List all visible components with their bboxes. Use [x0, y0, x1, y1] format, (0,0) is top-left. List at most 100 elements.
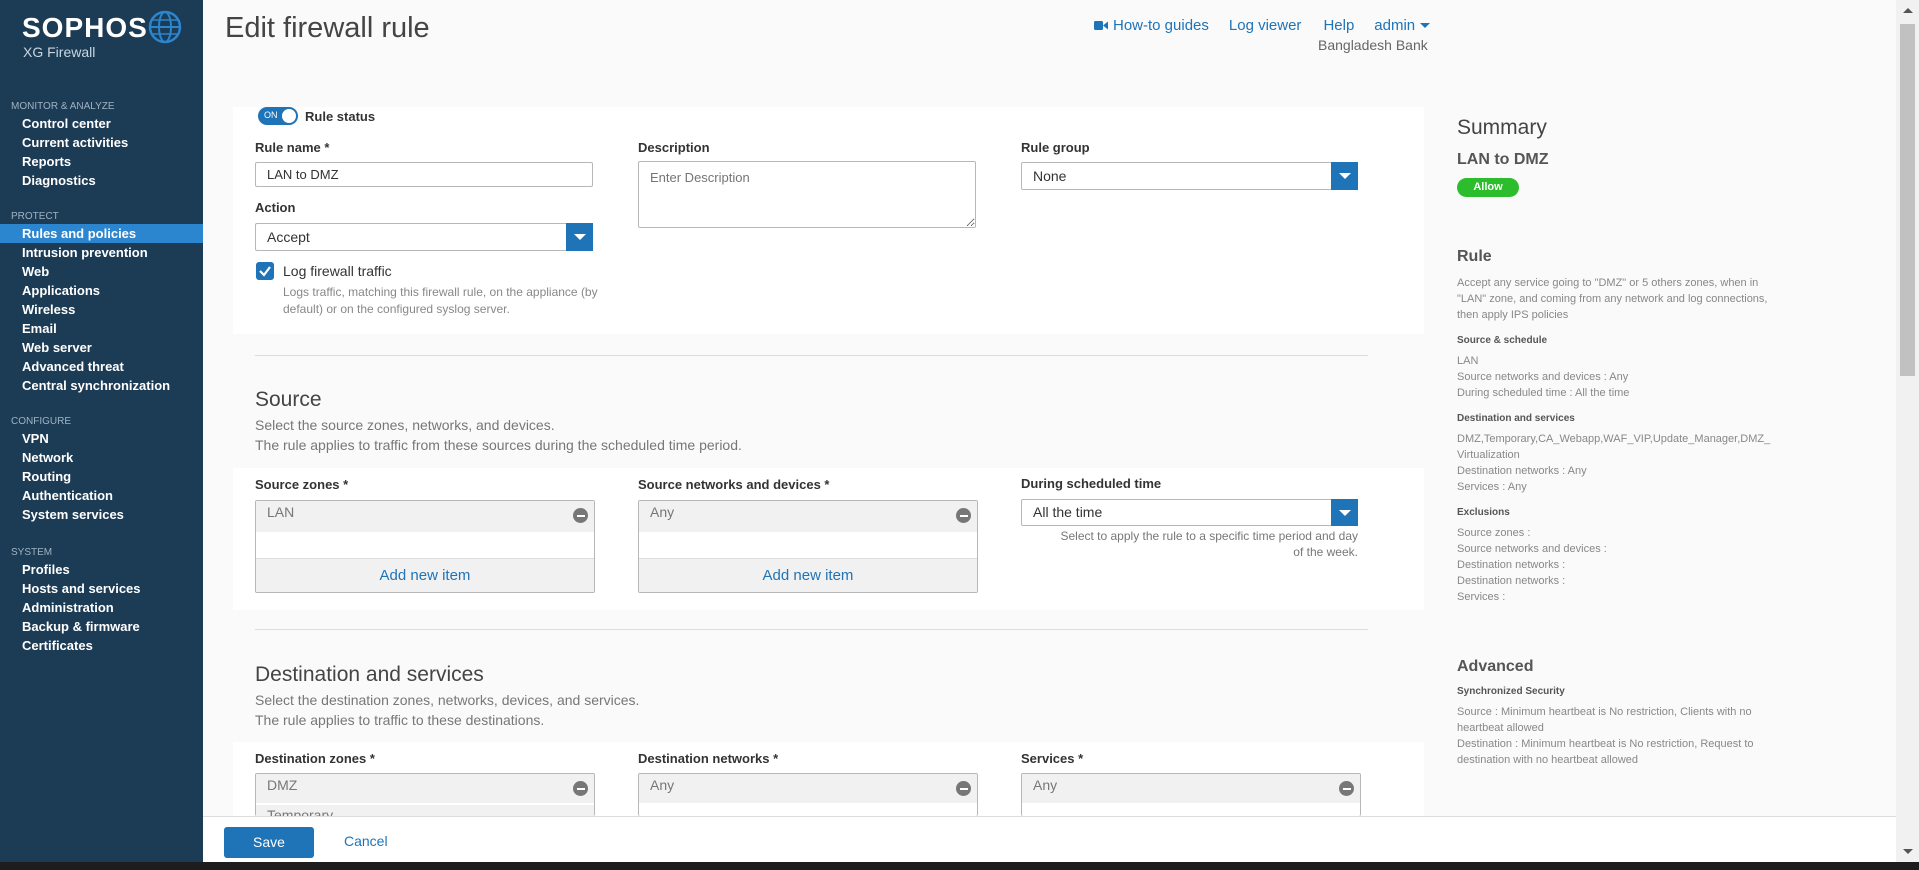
sidebar-item-control-center[interactable]: Control center	[0, 114, 203, 133]
summary-sync-heading: Synchronized Security	[1457, 686, 1565, 697]
toggle-knob	[282, 109, 296, 123]
nav-section-configure: CONFIGURE VPN Network Routing Authentica…	[0, 415, 203, 524]
list-item: Any	[639, 774, 977, 803]
scroll-thumb[interactable]	[1900, 24, 1915, 376]
summary-destination-line: DMZ,Temporary,CA_Webapp,WAF_VIP,Update_M…	[1457, 433, 1771, 461]
remove-icon[interactable]	[956, 781, 971, 796]
caret-down-icon	[1420, 23, 1431, 28]
remove-icon[interactable]	[573, 508, 588, 523]
sidebar-item-rules-and-policies[interactable]: Rules and policies	[0, 224, 203, 243]
nav-section-title: PROTECT	[11, 211, 59, 222]
source-networks-label: Source networks and devices *	[638, 477, 830, 492]
page-title: Edit firewall rule	[225, 12, 430, 44]
chevron-down-icon	[566, 223, 593, 251]
sidebar-item-hosts-and-services[interactable]: Hosts and services	[0, 579, 203, 598]
sidebar-item-web-server[interactable]: Web server	[0, 338, 203, 357]
log-traffic-checkbox[interactable]	[256, 262, 274, 280]
allow-badge: Allow	[1457, 178, 1519, 197]
sidebar-item-intrusion-prevention[interactable]: Intrusion prevention	[0, 243, 203, 262]
destination-zone-value: DMZ	[267, 777, 298, 793]
scroll-down-icon[interactable]	[1903, 849, 1913, 854]
sidebar-item-network[interactable]: Network	[0, 448, 203, 467]
sidebar-item-certificates[interactable]: Certificates	[0, 636, 203, 655]
service-value: Any	[1033, 777, 1058, 793]
action-select[interactable]: Accept	[255, 223, 593, 251]
log-traffic-help: Logs traffic, matching this firewall rul…	[283, 285, 598, 316]
howto-link[interactable]: How-to guides	[1094, 17, 1209, 34]
taskbar-strip	[0, 862, 1919, 870]
add-new-item-button[interactable]: Add new item	[639, 558, 977, 592]
description-label: Description	[638, 140, 710, 155]
sidebar-item-wireless[interactable]: Wireless	[0, 300, 203, 319]
toggle-state: ON	[264, 110, 278, 120]
description-textarea[interactable]	[638, 161, 976, 228]
remove-icon[interactable]	[573, 781, 588, 796]
services-list[interactable]: Any	[1021, 773, 1361, 816]
destination-networks-label: Destination networks *	[638, 751, 779, 766]
sidebar-item-current-activities[interactable]: Current activities	[0, 133, 203, 152]
source-title: Source	[255, 388, 322, 411]
sidebar-item-diagnostics[interactable]: Diagnostics	[0, 171, 203, 190]
sidebar-item-reports[interactable]: Reports	[0, 152, 203, 171]
summary-source-line: During scheduled time : All the time	[1457, 387, 1630, 399]
source-networks-list[interactable]: Any Add new item	[638, 500, 978, 593]
sidebar-item-backup-firmware[interactable]: Backup & firmware	[0, 617, 203, 636]
rule-name-input[interactable]: LAN to DMZ	[255, 162, 593, 187]
brand-name: SOPHOS	[22, 12, 148, 43]
cancel-button[interactable]: Cancel	[344, 833, 388, 849]
footer-bar: Save Cancel	[203, 816, 1896, 862]
rule-name-label: Rule name *	[255, 140, 330, 155]
remove-icon[interactable]	[956, 508, 971, 523]
help-link[interactable]: Help	[1323, 17, 1354, 34]
summary-rule-text: Accept any service going to "DMZ" or 5 o…	[1457, 277, 1768, 321]
top-links: How-to guides Log viewer Help admin	[1094, 17, 1431, 34]
services-label: Services *	[1021, 751, 1084, 766]
sidebar-item-system-services[interactable]: System services	[0, 505, 203, 524]
sidebar-item-applications[interactable]: Applications	[0, 281, 203, 300]
product-name: XG Firewall	[23, 44, 96, 60]
sidebar-item-central-synchronization[interactable]: Central synchronization	[0, 376, 203, 395]
remove-icon[interactable]	[1339, 781, 1354, 796]
summary-exclusion-line: Destination networks :	[1457, 559, 1566, 571]
list-item: DMZ	[256, 774, 594, 803]
source-zone-value: LAN	[267, 504, 295, 520]
log-viewer-link[interactable]: Log viewer	[1229, 17, 1302, 34]
sidebar-item-routing[interactable]: Routing	[0, 467, 203, 486]
rule-group-select[interactable]: None	[1021, 162, 1358, 190]
summary-sync-line: Source : Minimum heartbeat is No restric…	[1457, 706, 1752, 734]
globe-icon	[148, 10, 182, 44]
destination-desc-2: The rule applies to traffic to these des…	[255, 712, 545, 728]
chevron-down-icon	[1331, 162, 1358, 190]
destination-networks-list[interactable]: Any	[638, 773, 978, 816]
nav-section-title: CONFIGURE	[11, 416, 71, 427]
schedule-select[interactable]: All the time	[1021, 499, 1358, 526]
summary-rule-name: LAN to DMZ	[1457, 151, 1549, 168]
source-desc-2: The rule applies to traffic from these s…	[255, 437, 742, 453]
rule-status-toggle[interactable]: ON	[258, 107, 298, 125]
rule-name-value: LAN to DMZ	[267, 167, 339, 182]
scrollbar[interactable]	[1896, 0, 1919, 862]
action-value: Accept	[267, 229, 310, 245]
source-zones-label: Source zones *	[255, 477, 349, 492]
sidebar-item-profiles[interactable]: Profiles	[0, 560, 203, 579]
destination-zones-label: Destination zones *	[255, 751, 375, 766]
scroll-up-icon[interactable]	[1903, 8, 1913, 13]
admin-menu[interactable]: admin	[1374, 17, 1431, 34]
destination-zones-list[interactable]: DMZ Temporary	[255, 773, 595, 816]
sidebar-item-authentication[interactable]: Authentication	[0, 486, 203, 505]
save-button[interactable]: Save	[224, 827, 314, 858]
add-new-item-button[interactable]: Add new item	[256, 558, 594, 592]
sidebar-item-vpn[interactable]: VPN	[0, 429, 203, 448]
sidebar-item-web[interactable]: Web	[0, 262, 203, 281]
summary-exclusion-line: Source zones :	[1457, 527, 1531, 539]
list-item: LAN	[256, 501, 594, 532]
source-desc-1: Select the source zones, networks, and d…	[255, 417, 555, 433]
source-zones-list[interactable]: LAN Add new item	[255, 500, 595, 593]
sophos-logo[interactable]: SOPHOS XG Firewall	[22, 10, 197, 60]
summary-exclusions-heading: Exclusions	[1457, 507, 1510, 518]
sidebar-item-email[interactable]: Email	[0, 319, 203, 338]
sidebar-item-administration[interactable]: Administration	[0, 598, 203, 617]
section-divider	[255, 355, 1368, 356]
chevron-down-icon	[1331, 499, 1358, 526]
sidebar-item-advanced-threat[interactable]: Advanced threat	[0, 357, 203, 376]
